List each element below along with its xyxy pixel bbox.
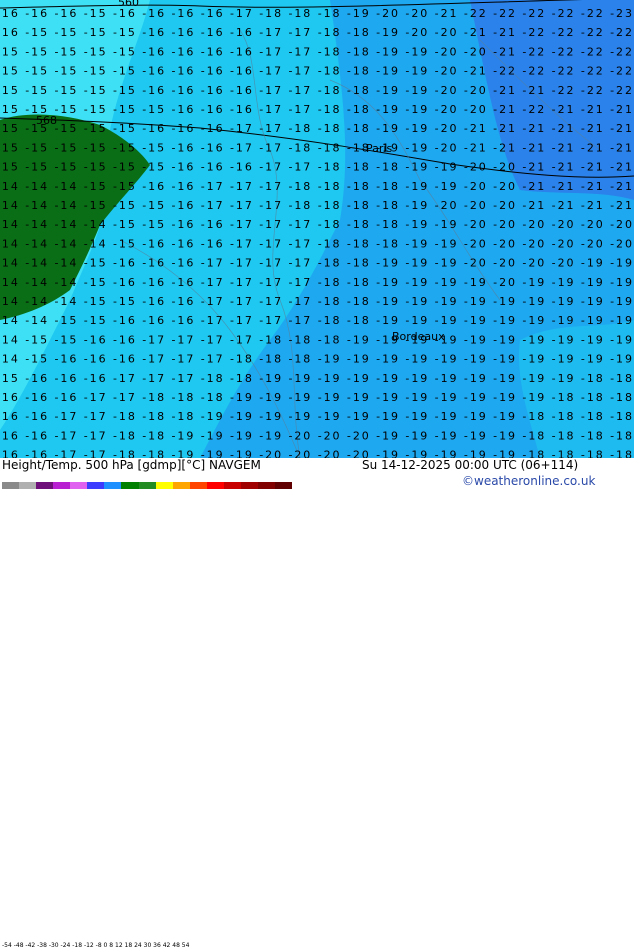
city-paris: Paris — [366, 142, 392, 155]
credit: ©weatheronline.co.uk — [462, 474, 596, 488]
scale-swatch — [138, 482, 156, 489]
scale-swatch — [206, 482, 224, 489]
scale-swatch — [87, 482, 105, 489]
scale-swatch — [275, 482, 293, 489]
scale-swatch — [172, 482, 190, 489]
city-bordeaux: Bordeaux — [392, 330, 445, 343]
scale-swatch — [240, 482, 258, 489]
scale-swatch — [104, 482, 122, 489]
scale-swatch — [2, 482, 20, 489]
scale-swatch — [121, 482, 139, 489]
scale-swatch — [53, 482, 71, 489]
contour-label-560: 560 — [118, 0, 139, 9]
scale-swatch — [189, 482, 207, 489]
scale-swatch — [70, 482, 88, 489]
scale-swatch — [19, 482, 37, 489]
scale-swatch — [155, 482, 173, 489]
color-scale-bar — [2, 482, 293, 489]
scale-swatch — [257, 482, 275, 489]
temperature-map: -16 -16 -16 -15 -16 -16 -16 -16 -17 -18 … — [0, 0, 634, 458]
scale-swatch — [36, 482, 54, 489]
valid-time: Su 14-12-2025 00:00 UTC (06+114) — [362, 458, 579, 472]
footer: Height/Temp. 500 hPa [gdmp][°C] NAVGEM S… — [0, 458, 634, 949]
contour-label-568: 568 — [36, 114, 57, 127]
scale-swatch — [223, 482, 241, 489]
chart-title: Height/Temp. 500 hPa [gdmp][°C] NAVGEM — [2, 458, 261, 472]
scale-ticks: -54 -48 -42 -38 -30 -24 -18 -12 -8 0 8 1… — [2, 942, 190, 949]
